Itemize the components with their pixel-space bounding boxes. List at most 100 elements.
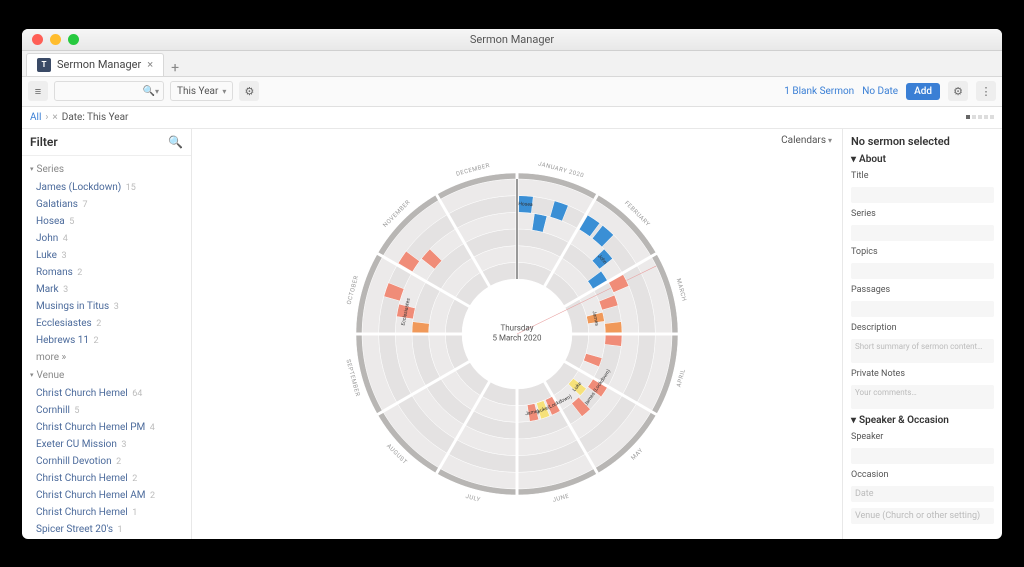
- passages-label: Passages: [851, 285, 994, 295]
- breadcrumb: All › × Date: This Year: [22, 107, 1002, 129]
- calendars-dropdown[interactable]: Calendars▾: [781, 135, 832, 146]
- chevron-down-icon: ▾: [851, 415, 856, 426]
- sidebar-item[interactable]: John 4: [22, 230, 191, 247]
- view-dots[interactable]: [966, 115, 994, 119]
- private-label: Private Notes: [851, 369, 994, 379]
- tab-sermon-manager[interactable]: T Sermon Manager ×: [26, 53, 164, 76]
- topics-field[interactable]: [851, 263, 994, 279]
- svg-text:APRIL: APRIL: [675, 367, 687, 387]
- sidebar-item[interactable]: Christ Church Hemel 1: [22, 504, 191, 521]
- sidebar-item[interactable]: Christ Church Hemel 2: [22, 470, 191, 487]
- inspector-panel: No sermon selected ▾About Title Series T…: [842, 129, 1002, 539]
- search-icon[interactable]: 🔍: [168, 135, 183, 149]
- search-input[interactable]: 🔍 ▾: [54, 81, 164, 101]
- sidebar-group[interactable]: ▾Series: [22, 160, 191, 179]
- svg-text:Hosea: Hosea: [518, 201, 533, 208]
- sidebar-title: Filter: [30, 135, 58, 149]
- series-label: Series: [851, 209, 994, 219]
- sidebar-item[interactable]: Hebrews 11 2: [22, 332, 191, 349]
- svg-text:JUNE: JUNE: [552, 492, 570, 503]
- sidebar-item[interactable]: Cornhill Devotion 2: [22, 453, 191, 470]
- sidebar-item[interactable]: Christ Church Hemel 64: [22, 385, 191, 402]
- inspector-title: No sermon selected: [851, 135, 994, 148]
- app-icon: T: [37, 58, 51, 72]
- sidebar-more[interactable]: more »: [22, 349, 191, 366]
- crumb-all[interactable]: All: [30, 112, 41, 123]
- title-field[interactable]: [851, 187, 994, 203]
- close-icon[interactable]: [32, 34, 43, 45]
- sidebar-item[interactable]: Exeter CU Mission 3: [22, 436, 191, 453]
- svg-text:OCTOBER: OCTOBER: [346, 274, 361, 305]
- chevron-down-icon: ▾: [30, 371, 34, 379]
- minimize-icon[interactable]: [50, 34, 61, 45]
- svg-text:SEPTEMBER: SEPTEMBER: [344, 358, 361, 397]
- filter-sidebar: Filter 🔍 ▾SeriesJames (Lockdown) 15Galat…: [22, 129, 192, 539]
- sidebar-item[interactable]: Luke 3: [22, 247, 191, 264]
- app-window: Sermon Manager T Sermon Manager × + ≡ 🔍 …: [22, 29, 1002, 539]
- window-title: Sermon Manager: [22, 33, 1002, 46]
- title-label: Title: [851, 171, 994, 181]
- private-field[interactable]: Your comments…: [851, 385, 994, 409]
- gear-icon[interactable]: ⚙: [239, 81, 259, 101]
- chevron-down-icon: ▾: [30, 165, 34, 173]
- close-icon[interactable]: ×: [147, 58, 153, 71]
- menu-icon[interactable]: ≡: [28, 81, 48, 101]
- sidebar-item[interactable]: Ecclesiastes 2: [22, 315, 191, 332]
- svg-text:JULY: JULY: [465, 492, 482, 503]
- calendar-event[interactable]: [605, 335, 622, 346]
- sidebar-item[interactable]: Christ Church Hemel PM 4: [22, 419, 191, 436]
- sidebar-item[interactable]: Galatians 7: [22, 196, 191, 213]
- chevron-down-icon: ▾: [155, 87, 159, 96]
- speaker-field[interactable]: [851, 448, 994, 464]
- description-label: Description: [851, 323, 994, 333]
- help-icon[interactable]: ⋮: [976, 81, 996, 101]
- chevron-down-icon: ▾: [851, 154, 856, 165]
- new-tab-button[interactable]: +: [164, 60, 186, 76]
- sidebar-item[interactable]: Christ Church Hemel AM 2: [22, 487, 191, 504]
- series-field[interactable]: [851, 225, 994, 241]
- radial-calendar[interactable]: JANUARY 2020FEBRUARYMARCHAPRILMAYJUNEJUL…: [337, 154, 697, 514]
- sidebar-item[interactable]: Romans 2: [22, 264, 191, 281]
- no-date-link[interactable]: No Date: [862, 86, 898, 97]
- add-button[interactable]: Add: [906, 83, 940, 100]
- calendar-view: Calendars▾ JANUARY 2020FEBRUARYMARCHAPRI…: [192, 129, 842, 539]
- sidebar-item[interactable]: Cornhill 5: [22, 402, 191, 419]
- speaker-section[interactable]: ▾Speaker & Occasion: [851, 415, 994, 426]
- calendar-event[interactable]: [412, 321, 429, 332]
- topics-label: Topics: [851, 247, 994, 257]
- speaker-label: Speaker: [851, 432, 994, 442]
- svg-text:MARCH: MARCH: [675, 277, 688, 302]
- tab-label: Sermon Manager: [57, 58, 141, 71]
- maximize-icon[interactable]: [68, 34, 79, 45]
- center-date: Thursday 5 March 2020: [492, 323, 541, 344]
- sidebar-group[interactable]: ▾Venue: [22, 366, 191, 385]
- sidebar-item[interactable]: Musings in Titus 3: [22, 298, 191, 315]
- sidebar-item[interactable]: James (Lockdown) 15: [22, 179, 191, 196]
- settings-icon[interactable]: ⚙: [948, 81, 968, 101]
- chevron-right-icon: ›: [45, 112, 48, 123]
- svg-text:MAY: MAY: [630, 446, 645, 461]
- chevron-down-icon: ▾: [222, 87, 226, 96]
- sidebar-item[interactable]: Allington Court 1: [22, 538, 191, 539]
- range-label: This Year: [177, 86, 218, 97]
- svg-text:DECEMBER: DECEMBER: [455, 161, 490, 177]
- date-field[interactable]: Date: [851, 486, 994, 502]
- sidebar-item[interactable]: Mark 3: [22, 281, 191, 298]
- crumb-date[interactable]: Date: This Year: [62, 112, 129, 123]
- chevron-down-icon: ▾: [828, 136, 832, 145]
- description-field[interactable]: Short summary of sermon content…: [851, 339, 994, 363]
- sidebar-item[interactable]: Hosea 5: [22, 213, 191, 230]
- search-icon: 🔍: [143, 86, 155, 97]
- window-controls: [22, 34, 79, 45]
- close-filter-icon[interactable]: ×: [52, 112, 57, 123]
- sidebar-item[interactable]: Spicer Street 20's 1: [22, 521, 191, 538]
- calendar-event[interactable]: [605, 321, 622, 332]
- titlebar: Sermon Manager: [22, 29, 1002, 51]
- range-select[interactable]: This Year ▾: [170, 81, 233, 101]
- passages-field[interactable]: [851, 301, 994, 317]
- venue-field[interactable]: Venue (Church or other setting): [851, 508, 994, 524]
- toolbar: ≡ 🔍 ▾ This Year ▾ ⚙ 1 Blank Sermon No Da…: [22, 77, 1002, 107]
- about-section[interactable]: ▾About: [851, 154, 994, 165]
- occasion-label: Occasion: [851, 470, 994, 480]
- blank-sermon-link[interactable]: 1 Blank Sermon: [784, 86, 854, 97]
